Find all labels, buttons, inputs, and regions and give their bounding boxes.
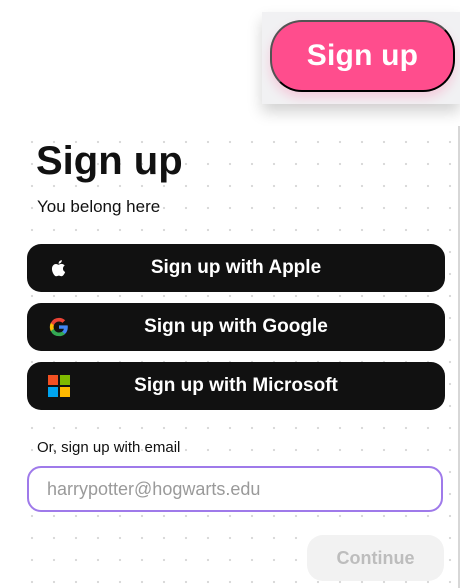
page-subtitle: You belong here — [37, 197, 161, 216]
email-section-label: Or, sign up with email — [37, 439, 181, 456]
email-input[interactable] — [27, 466, 443, 512]
continue-button[interactable]: Continue — [307, 535, 444, 581]
page-title: Sign up — [36, 139, 183, 183]
signup-panel — [14, 126, 460, 588]
apple-button-label: Sign up with Apple — [150, 257, 322, 278]
microsoft-button-label: Sign up with Microsoft — [134, 375, 338, 396]
signup-with-apple-button[interactable]: Sign up with Apple — [27, 244, 445, 292]
apple-icon — [47, 256, 71, 280]
google-icon — [47, 315, 71, 339]
google-button-label: Sign up with Google — [144, 316, 328, 337]
signup-with-microsoft-button[interactable]: Sign up with Microsoft — [27, 362, 445, 410]
microsoft-icon — [47, 374, 71, 398]
signup-with-google-button[interactable]: Sign up with Google — [27, 303, 445, 351]
top-signup-button[interactable]: Sign up — [270, 20, 455, 92]
